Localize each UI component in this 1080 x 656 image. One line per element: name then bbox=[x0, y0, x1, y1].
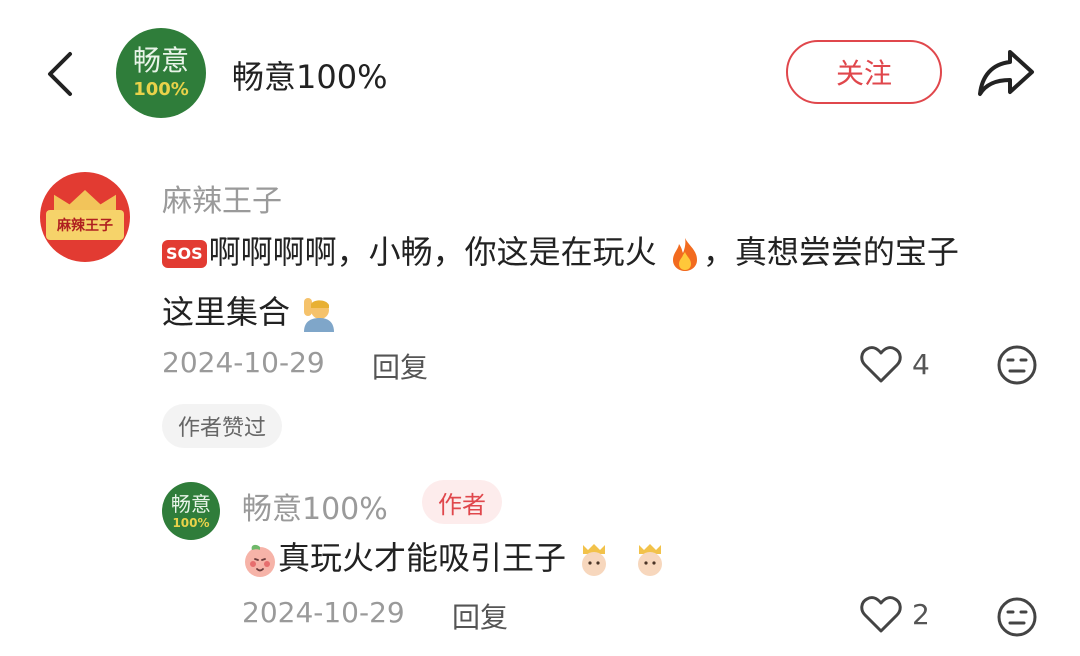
prince-emoji-icon bbox=[582, 544, 607, 576]
reply-date: 2024-10-29 bbox=[242, 596, 405, 629]
comment-text: SOS 啊啊啊啊，小畅，你这是在玩火 ，真想尝尝的宝子 这里集合 bbox=[162, 222, 1042, 342]
author-liked-badge: 作者赞过 bbox=[162, 404, 283, 448]
reply-text: 真玩火才能吸引王子 bbox=[242, 528, 668, 588]
comment-text-part3: 这里集合 bbox=[162, 293, 291, 331]
comment-text-part2: ，真想尝尝的宝子 bbox=[702, 233, 959, 271]
comment-text-part1: 啊啊啊啊，小畅，你这是在玩火 bbox=[208, 233, 657, 271]
share-arrow-icon[interactable] bbox=[976, 44, 1038, 100]
avatar-brand-text: 麻辣王子 bbox=[46, 210, 124, 240]
prince-emoji-icon bbox=[638, 544, 663, 576]
reply-text-content: 真玩火才能吸引王子 bbox=[278, 539, 567, 577]
heart-outline-icon[interactable] bbox=[860, 346, 902, 384]
raising-hand-emoji-icon bbox=[304, 298, 335, 332]
follow-button[interactable]: 关注 bbox=[786, 40, 942, 104]
avatar-logo-percent: 100% bbox=[133, 79, 189, 100]
author-tag: 作者 bbox=[422, 480, 502, 524]
heart-outline-icon[interactable] bbox=[860, 596, 902, 634]
avatar-logo-text: 畅意 bbox=[132, 44, 189, 77]
back-chevron-icon[interactable] bbox=[40, 48, 84, 100]
reply-button[interactable]: 回复 bbox=[452, 596, 508, 636]
meh-face-icon[interactable] bbox=[996, 344, 1038, 386]
meh-face-icon[interactable] bbox=[996, 596, 1038, 638]
sos-emoji-icon: SOS bbox=[162, 240, 207, 268]
user-avatar[interactable]: 麻辣王子 bbox=[40, 172, 130, 262]
like-count: 4 bbox=[912, 348, 930, 381]
fire-emoji-icon bbox=[672, 238, 697, 271]
reply-username[interactable]: 畅意100% bbox=[242, 484, 388, 528]
like-count: 2 bbox=[912, 598, 930, 631]
peach-blush-emoji-icon bbox=[245, 544, 275, 577]
account-name[interactable]: 畅意100% bbox=[232, 52, 388, 98]
reply-user-avatar[interactable]: 畅意 100% bbox=[162, 482, 220, 540]
avatar-logo-percent: 100% bbox=[172, 515, 210, 530]
comment-date: 2024-10-29 bbox=[162, 346, 325, 379]
avatar-logo-text: 畅意 bbox=[171, 491, 211, 516]
comment-username[interactable]: 麻辣王子 bbox=[162, 176, 282, 220]
account-avatar[interactable]: 畅意 100% bbox=[116, 28, 206, 118]
reply-button[interactable]: 回复 bbox=[372, 346, 428, 386]
